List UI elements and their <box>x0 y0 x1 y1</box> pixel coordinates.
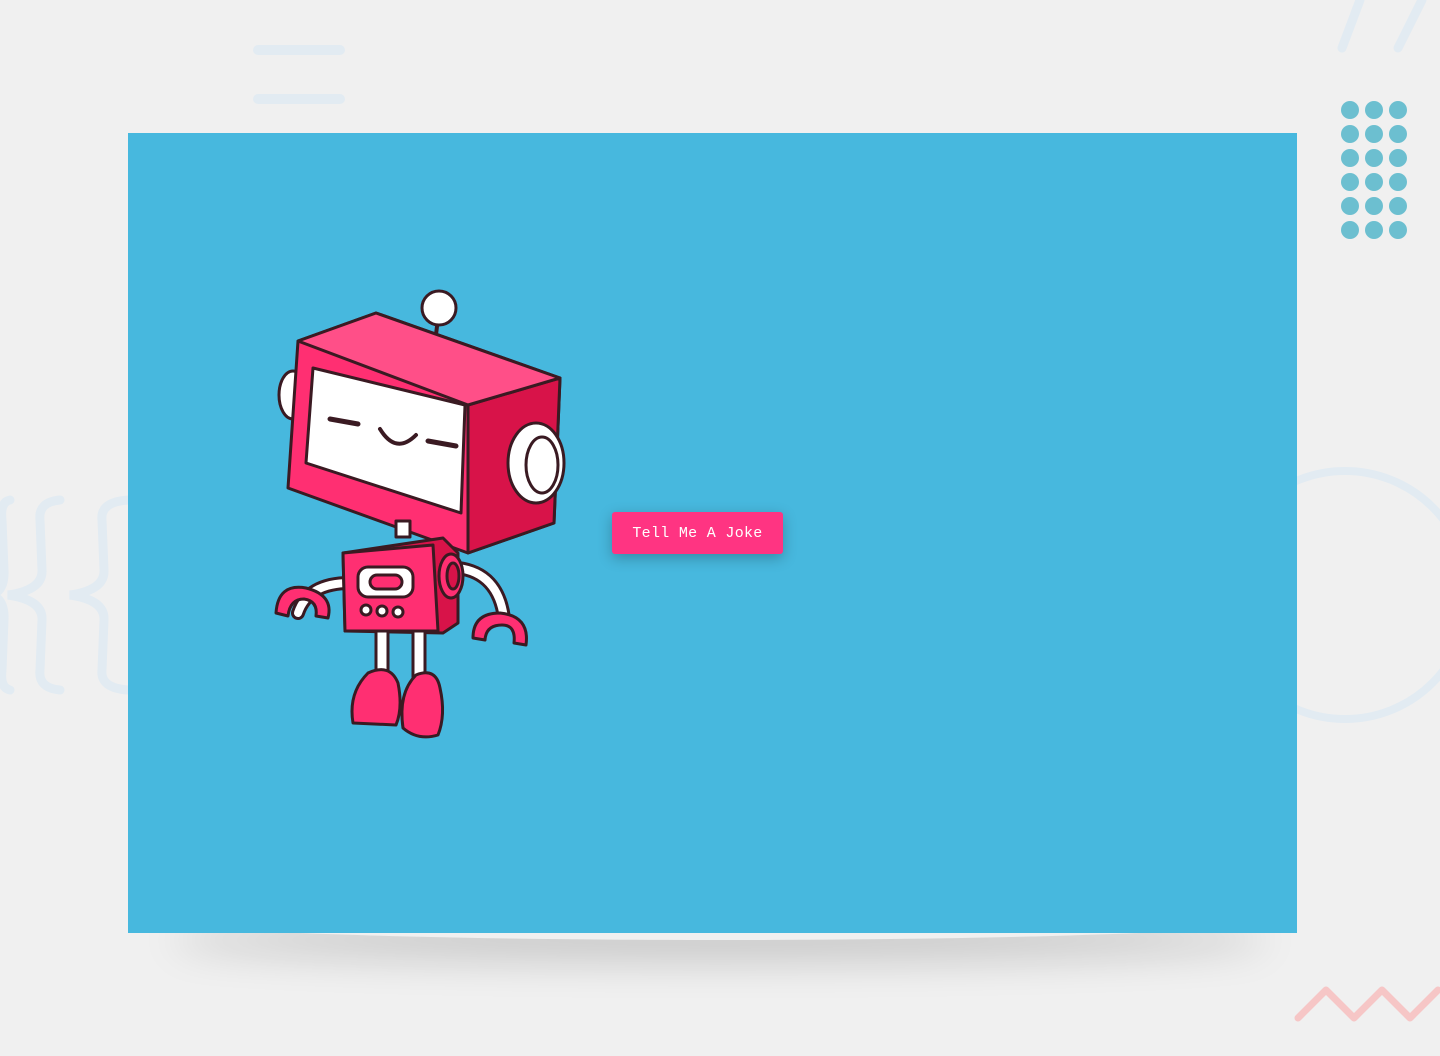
decorative-slashes-icon <box>1337 0 1427 53</box>
robot-illustration-icon <box>274 289 566 739</box>
decorative-circle-icon <box>1290 467 1440 723</box>
decorative-braces-icon <box>0 495 133 695</box>
decorative-zigzag-icon <box>1294 986 1440 1022</box>
page: Tell Me A Joke <box>0 0 1440 1056</box>
tell-me-a-joke-button[interactable]: Tell Me A Joke <box>612 512 783 554</box>
joke-card: Tell Me A Joke <box>128 133 1297 933</box>
decorative-lines-icon <box>253 45 345 104</box>
decorative-dots-icon <box>1341 101 1407 239</box>
